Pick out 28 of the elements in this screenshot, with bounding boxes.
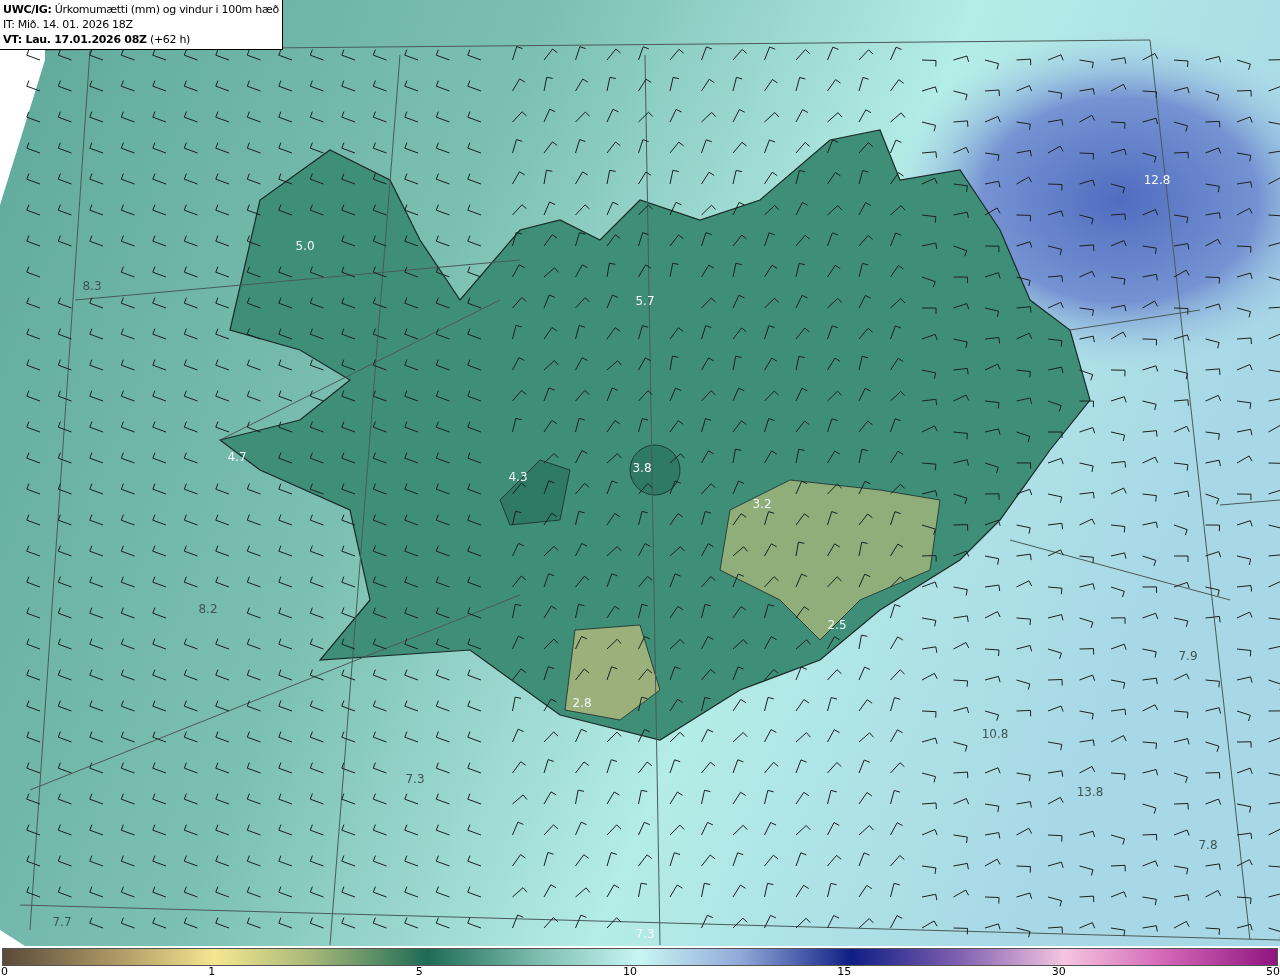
value-label: 5.7 <box>635 294 655 308</box>
scale-tick-label: 50 <box>1265 966 1280 977</box>
scale-tick-label: 15 <box>837 966 852 977</box>
scale-tick-label: 5 <box>415 966 423 977</box>
value-label: 2.5 <box>827 618 847 632</box>
value-label: 4.3 <box>508 470 528 484</box>
scale-tick-label: 30 <box>1051 966 1066 977</box>
value-label: 10.8 <box>981 727 1009 741</box>
value-label: 7.8 <box>1198 838 1218 852</box>
scale-tick-label: 1 <box>208 966 216 977</box>
value-label: 2.8 <box>572 696 592 710</box>
value-label: 12.8 <box>1143 173 1171 187</box>
scale-tick-label: 0 <box>1 966 8 977</box>
scale-tick-label: 10 <box>623 966 637 977</box>
title-line: VT: Lau. 17.01.2026 08Z (+62 h) <box>3 32 192 47</box>
title-line: UWC/IG: Úrkomumætti (mm) og vindur i 100m hæð <box>3 2 279 17</box>
value-label: 5.0 <box>295 239 315 253</box>
value-label: 3.2 <box>752 497 772 511</box>
value-label: 7.9 <box>1178 649 1198 663</box>
value-label: 13.8 <box>1076 785 1104 799</box>
value-label: 3.8 <box>632 461 652 475</box>
value-label: 7.7 <box>52 915 72 929</box>
value-label: 4.7 <box>227 450 247 464</box>
value-label: 8.2 <box>198 602 218 616</box>
value-label: 8.3 <box>82 279 102 293</box>
title-line: IT: Mið. 14. 01. 2026 18Z <box>3 17 134 32</box>
value-label: 7.3 <box>405 772 425 786</box>
value-label: 7.3 <box>635 927 655 941</box>
